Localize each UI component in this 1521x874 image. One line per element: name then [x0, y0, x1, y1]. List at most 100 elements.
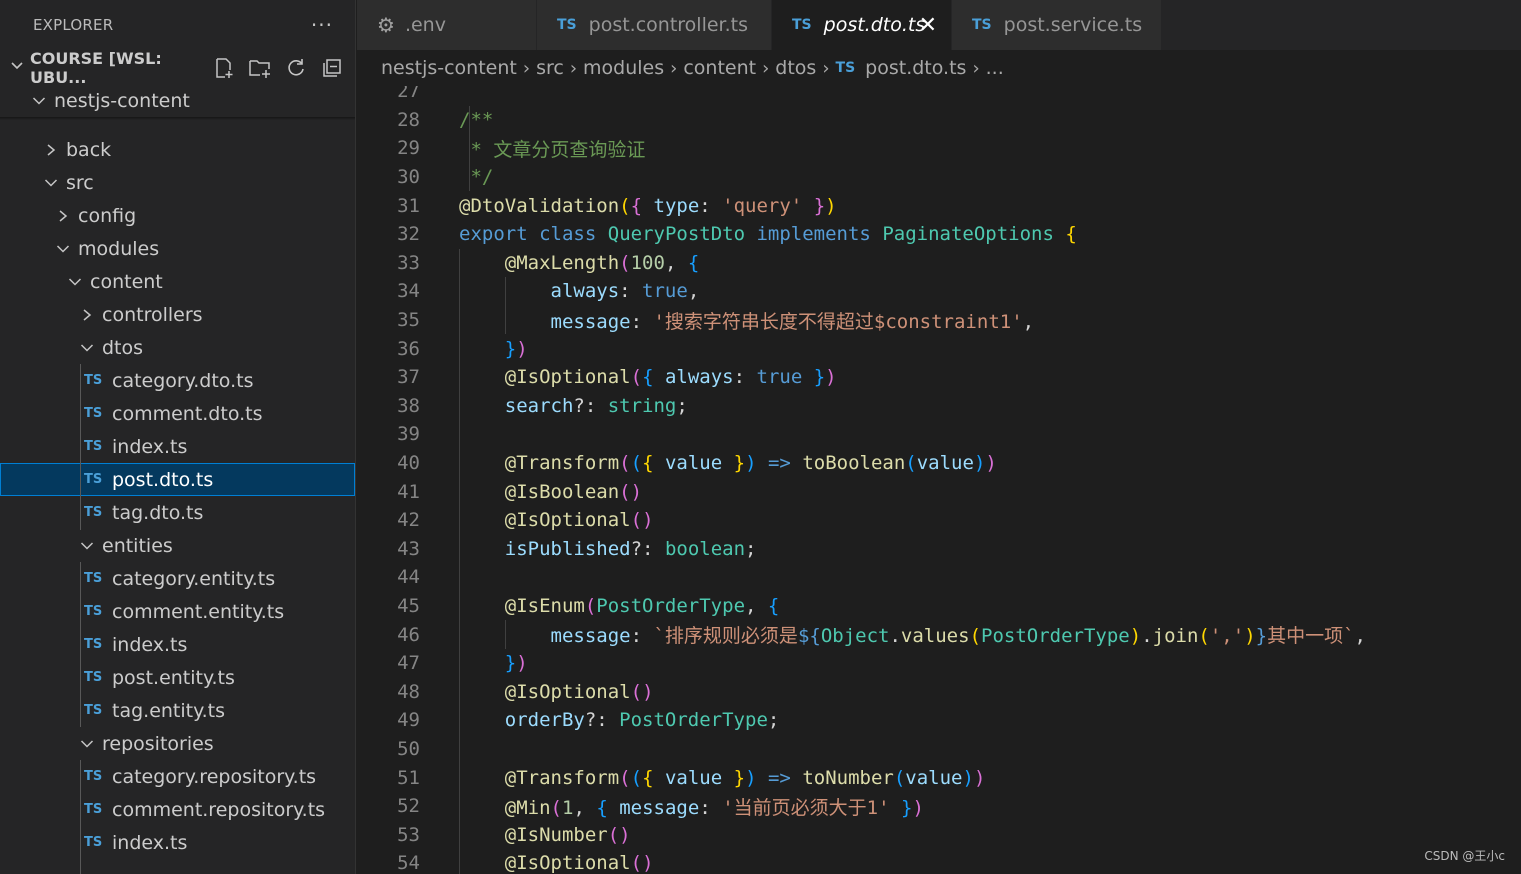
code-line[interactable]: 36 }) — [357, 334, 1521, 363]
tree-folder-content[interactable]: content — [0, 265, 355, 298]
ts-file-icon: TS — [84, 571, 103, 586]
refresh-icon[interactable] — [283, 55, 309, 81]
breadcrumb-item[interactable]: src — [536, 57, 564, 79]
tree-folder-back[interactable]: back — [0, 133, 355, 166]
tree-file-category-entity-ts[interactable]: TS category.entity.ts — [0, 562, 355, 595]
tree-file-comment-dto-ts[interactable]: TS comment.dto.ts — [0, 397, 355, 430]
collapse-all-icon[interactable] — [319, 55, 345, 81]
line-number: 31 — [397, 194, 420, 217]
code-line[interactable]: 47 }) — [357, 649, 1521, 678]
tree-item-label: back — [66, 138, 112, 161]
tree-folder-nestjs-content[interactable]: nestjs-content — [0, 84, 355, 117]
code-line[interactable]: 41 @IsBoolean() — [357, 477, 1521, 506]
code-line[interactable]: 38 search?: string; — [357, 392, 1521, 421]
chevron-right-icon: › — [569, 57, 578, 79]
breadcrumb-item[interactable]: ... — [986, 57, 1004, 79]
code-line[interactable]: 54 @IsOptional() — [357, 849, 1521, 874]
code-text: }) — [459, 652, 528, 674]
tree-file-category-repository-ts[interactable]: TS category.repository.ts — [0, 760, 355, 793]
tree-file-index-ts[interactable]: TS index.ts — [0, 826, 355, 859]
breadcrumb-item[interactable]: dtos — [775, 57, 816, 79]
tree-folder-src[interactable]: src — [0, 166, 355, 199]
code-token: PostOrderType — [981, 625, 1130, 648]
tree-item-label: category.repository.ts — [112, 765, 317, 788]
indent-guide — [80, 562, 81, 727]
code-line[interactable]: 46 message: `排序规则必须是${Object.values(Post… — [357, 620, 1521, 649]
tree-folder-entities[interactable]: entities — [0, 529, 355, 562]
tree-folder-config[interactable]: config — [0, 199, 355, 232]
code-line[interactable]: 40 @Transform(({ value }) => toBoolean(v… — [357, 449, 1521, 478]
code-line[interactable]: 35 message: '搜索字符串长度不得超过$constraint1', — [357, 306, 1521, 335]
tree-item-label: dtos — [102, 336, 144, 359]
tree-item-label: modules — [78, 237, 160, 260]
breadcrumb-item[interactable]: content — [683, 57, 756, 79]
code-line[interactable]: 50 — [357, 735, 1521, 764]
code-token: } — [733, 452, 746, 475]
chevron-right-icon: › — [670, 57, 678, 79]
ts-file-icon: TS — [84, 439, 103, 454]
code-line[interactable]: 27 — [357, 86, 1521, 106]
code-line[interactable]: 53 @IsNumber() — [357, 821, 1521, 850]
workspace-section-header[interactable]: COURSE [WSL: UBU... — [0, 49, 355, 87]
code-line[interactable]: 39 — [357, 420, 1521, 449]
new-file-icon[interactable] — [211, 55, 237, 81]
new-folder-icon[interactable] — [247, 55, 273, 81]
tab-env[interactable]: ⚙ .env — [357, 0, 537, 50]
code-line[interactable]: 32 export class QueryPostDto implements P… — [357, 220, 1521, 249]
tab-post-dto[interactable]: TS post.dto.ts ✕ — [772, 0, 952, 50]
line-number: 41 — [397, 480, 420, 503]
tab-post-service[interactable]: TS post.service.ts — [952, 0, 1162, 50]
tree-folder-dtos[interactable]: dtos — [0, 331, 355, 364]
tree-folder-repositories[interactable]: repositories — [0, 727, 355, 760]
code-line[interactable]: 42 @IsOptional() — [357, 506, 1521, 535]
code-line[interactable]: 33 @MaxLength(100, { — [357, 249, 1521, 278]
tree-file-post-entity-ts[interactable]: TS post.entity.ts — [0, 661, 355, 694]
tree-file-tag-entity-ts[interactable]: TS tag.entity.ts — [0, 694, 355, 727]
code-line[interactable]: 51 @Transform(({ value }) => toNumber(va… — [357, 763, 1521, 792]
tree-item-label: repositories — [102, 732, 214, 755]
indent-guide — [80, 364, 81, 530]
tree-item-label: content — [90, 270, 163, 293]
tab-label: .env — [404, 14, 446, 36]
code-token: { — [642, 452, 654, 475]
code-token: message — [619, 796, 700, 819]
line-number: 29 — [397, 137, 420, 160]
line-number: 39 — [397, 423, 420, 446]
code-line[interactable]: 45 @IsEnum(PostOrderType, { — [357, 592, 1521, 621]
code-line[interactable]: 48 @IsOptional() — [357, 678, 1521, 707]
tree-file-index-ts[interactable]: TS index.ts — [0, 628, 355, 661]
code-editor[interactable]: 27 28/** 29 * 文章分页查询验证 30 */31 @DtoValidatio… — [357, 86, 1521, 874]
line-number: 45 — [397, 595, 420, 618]
tree-folder-modules[interactable]: modules — [0, 232, 355, 265]
tree-file-tag-dto-ts[interactable]: TS tag.dto.ts — [0, 496, 355, 529]
close-icon[interactable]: ✕ — [919, 13, 937, 38]
code-line[interactable]: 43 isPublished?: boolean; — [357, 535, 1521, 564]
code-line[interactable]: 28 /** — [357, 106, 1521, 135]
code-line[interactable]: 49 orderBy?: PostOrderType; — [357, 706, 1521, 735]
code-line[interactable]: 34 always: true, — [357, 277, 1521, 306]
code-line[interactable]: 52 @Min(1, { message: '当前页必须大于1' }) — [357, 792, 1521, 821]
code-line[interactable]: 30 */ — [357, 163, 1521, 192]
ellipsis-icon[interactable]: ··· — [311, 13, 333, 37]
breadcrumb-item[interactable]: nestjs-content — [381, 57, 517, 79]
tab-post-controller[interactable]: TS post.controller.ts — [537, 0, 772, 50]
breadcrumb-item[interactable]: post.dto.ts — [865, 57, 966, 79]
tree-file-comment-repository-ts[interactable]: TS comment.repository.ts — [0, 793, 355, 826]
tree-item-label: index.ts — [112, 831, 188, 854]
tree-file-index-ts[interactable]: TS index.ts — [0, 430, 355, 463]
code-line[interactable]: 31 @DtoValidation({ type: 'query' }) — [357, 191, 1521, 220]
tree-file-comment-entity-ts[interactable]: TS comment.entity.ts — [0, 595, 355, 628]
chevron-down-icon — [78, 738, 96, 750]
code-line[interactable]: 37 @IsOptional({ always: true }) — [357, 363, 1521, 392]
code-text: message: '搜索字符串长度不得超过$constraint1', — [459, 307, 1035, 334]
breadcrumb-item[interactable]: modules — [583, 57, 664, 79]
tree-file-category-dto-ts[interactable]: TS category.dto.ts — [0, 364, 355, 397]
code-line[interactable]: 29 * 文章分页查询验证 — [357, 134, 1521, 163]
code-token: PostOrderType — [596, 595, 746, 618]
tree-folder-controllers[interactable]: controllers — [0, 298, 355, 331]
tree-file-post-dto-ts[interactable]: TS post.dto.ts — [0, 463, 355, 496]
code-line[interactable]: 44 — [357, 563, 1521, 592]
